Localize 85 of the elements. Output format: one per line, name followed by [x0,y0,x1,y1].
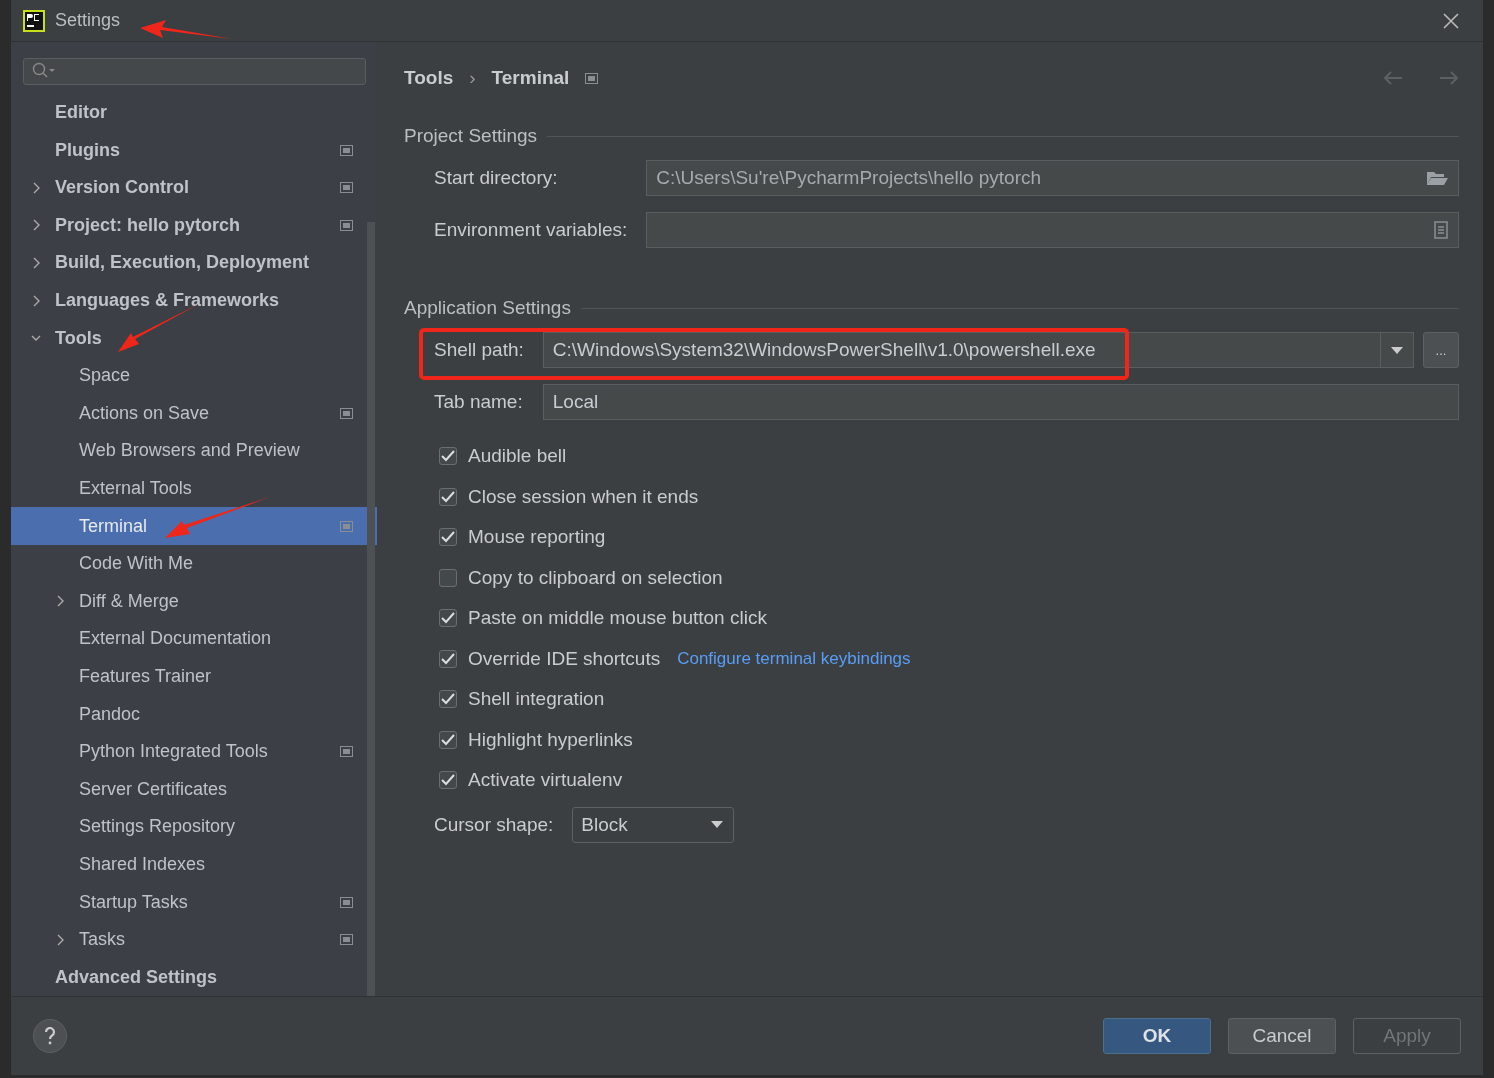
tree-item[interactable]: Shared Indexes [11,845,377,884]
project-scope-icon [340,746,353,758]
input-field[interactable]: Local [542,384,1459,420]
app-logo-icon [23,9,45,32]
help-button[interactable] [33,1019,67,1053]
tree-item[interactable]: Python Integrated Tools [11,732,377,771]
keybindings-link[interactable]: Configure terminal keybindings [677,648,911,669]
tree-item[interactable]: Plugins [11,131,377,169]
input-field[interactable] [646,212,1459,248]
tree-item[interactable]: Tasks [11,920,377,959]
chevron-right-icon[interactable] [31,181,41,194]
dropdown-arrow-icon [711,821,724,828]
checkbox[interactable] [439,609,457,628]
close-icon[interactable] [1443,12,1459,29]
chevron-right-icon[interactable] [55,595,65,608]
project-scope-icon [340,219,353,231]
chevron-right-icon[interactable] [31,219,41,232]
scrollbar-thumb[interactable] [367,222,375,996]
field-label: Environment variables: [434,219,628,241]
checkbox-label: Copy to clipboard on selection [468,566,723,589]
browse-button[interactable]: ... [1423,332,1459,368]
cursor-shape-dropdown[interactable]: Block [572,806,735,843]
tree-item[interactable]: Advanced Settings [11,958,377,996]
checkbox-label: Mouse reporting [468,526,606,549]
tree-item[interactable]: Version Control [11,168,377,207]
tree-item[interactable]: Editor [11,93,377,132]
chevron-right-icon[interactable] [55,933,65,946]
tree-item[interactable]: Build, Execution, Deployment [11,244,377,282]
project-scope-icon [340,407,353,419]
checkbox-label: Override IDE shortcuts [468,647,661,670]
checkbox-label: Shell integration [468,688,605,711]
checkbox[interactable] [439,487,457,506]
ok-button[interactable]: OK [1103,1018,1211,1054]
tree-item[interactable]: Features Trainer [11,657,377,696]
section-title: Application Settings [404,297,571,319]
checkbox[interactable] [439,649,457,668]
section-title: Project Settings [404,125,538,147]
checkbox[interactable] [439,730,457,749]
tree-item[interactable]: Diff & Merge [11,582,377,621]
chevron-right-icon[interactable] [31,256,41,269]
project-scope-icon [340,144,353,156]
field-label: Shell path: [434,339,524,361]
tree-item[interactable]: Actions on Save [11,394,377,433]
checkbox[interactable] [439,447,457,466]
checkbox[interactable] [439,528,457,547]
tree-item[interactable]: Space [11,356,377,395]
project-scope-icon [340,182,353,194]
field-label: Tab name: [434,391,524,413]
tree-item[interactable]: External Documentation [11,620,377,658]
tree-item[interactable]: Pandoc [11,695,377,733]
question-mark-icon [44,1027,56,1045]
field-label: Cursor shape: [434,813,554,836]
search-field[interactable] [23,58,366,85]
checkbox-label: Audible bell [468,445,567,468]
breadcrumb-separator: › [469,67,476,89]
checkbox[interactable] [439,690,457,709]
folder-icon[interactable] [1426,170,1448,186]
tree-item[interactable]: Startup Tasks [11,883,377,921]
breadcrumb-item[interactable]: Tools [404,67,454,89]
tree-item[interactable]: Server Certificates [11,770,377,809]
breadcrumb-item[interactable]: Terminal [491,67,570,89]
project-scope-icon [340,934,353,946]
checkbox[interactable] [439,771,457,790]
project-scope-icon [340,896,353,908]
tree-item[interactable]: Web Browsers and Preview [11,432,377,470]
cancel-button[interactable]: Cancel [1228,1018,1336,1054]
field-label: Start directory: [434,167,559,189]
tree-item[interactable]: Tools [11,319,377,357]
tree-item[interactable]: Project: hello pytorch [11,206,377,245]
tree-item[interactable]: Terminal [11,507,377,545]
input-field[interactable]: C:\Users\Su're\PycharmProjects\hello pytorch [646,160,1459,196]
checkbox-label: Paste on middle mouse button click [468,607,767,630]
tree-item[interactable]: Code With Me [11,544,377,583]
project-scope-icon [340,520,353,532]
project-scope-icon [585,72,599,84]
checkbox-label: Close session when it ends [468,485,699,508]
chevron-right-icon[interactable] [31,294,41,307]
input-field[interactable]: C:\Windows\System32\WindowsPowerShell\v1.0\powershell.exe [542,332,1414,368]
tree-item[interactable]: Languages & Frameworks [11,281,377,320]
tree-item[interactable]: External Tools [11,469,377,508]
checkbox-label: Highlight hyperlinks [468,728,633,751]
tree-item[interactable]: Settings Repository [11,808,377,846]
window-title: Settings [55,10,121,31]
checkbox-label: Activate virtualenv [468,769,623,792]
checkbox[interactable] [439,568,457,587]
